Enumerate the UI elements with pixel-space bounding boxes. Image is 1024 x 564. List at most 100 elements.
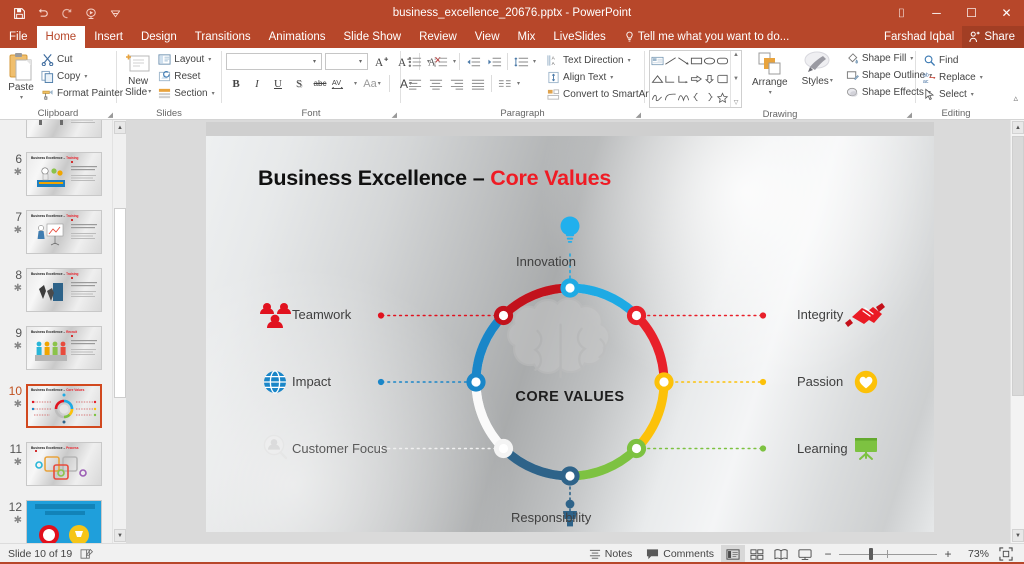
character-spacing-button[interactable]: AV ▾ bbox=[331, 74, 357, 93]
shape-line-icon[interactable] bbox=[664, 52, 677, 70]
chevron-down-icon[interactable]: ▾ bbox=[769, 88, 772, 99]
scrollbar-thumb[interactable] bbox=[114, 208, 126, 398]
tab-home[interactable]: Home bbox=[36, 26, 86, 48]
chevron-down-icon[interactable]: ▾ bbox=[212, 90, 215, 97]
tab-slide-show[interactable]: Slide Show bbox=[335, 26, 411, 48]
chevron-down-icon[interactable]: ▾ bbox=[308, 54, 321, 69]
paste-button[interactable]: Paste ▾ bbox=[4, 51, 38, 105]
new-slide-button[interactable]: New Slide ▾ bbox=[121, 51, 155, 99]
tab-review[interactable]: Review bbox=[410, 26, 466, 48]
start-from-beginning-icon[interactable] bbox=[80, 3, 102, 23]
paragraph-dialog-launcher[interactable]: ◢ bbox=[636, 111, 641, 119]
chevron-down-icon[interactable]: ▾ bbox=[830, 76, 833, 87]
normal-view-button[interactable] bbox=[721, 544, 745, 564]
shapes-gallery[interactable]: ▲ ▼ ▽ bbox=[649, 50, 742, 108]
reset-button[interactable]: Reset bbox=[155, 68, 217, 85]
zoom-control[interactable]: − + 73% bbox=[817, 547, 995, 561]
font-dialog-launcher[interactable]: ◢ bbox=[392, 111, 397, 119]
shape-arrow-icon[interactable] bbox=[677, 52, 690, 70]
slide-thumbnail[interactable]: Business Excellence – Process bbox=[26, 442, 102, 486]
slide-thumbnail[interactable]: Business Excellence – Training bbox=[26, 210, 102, 254]
value-label-impact[interactable]: Impact bbox=[292, 374, 331, 389]
chevron-down-icon[interactable]: ▾ bbox=[980, 74, 983, 81]
value-label-passion[interactable]: Passion bbox=[797, 374, 843, 389]
list-item[interactable]: 8 ✱ Business Excellence – Training bbox=[0, 266, 112, 324]
maximize-button[interactable]: ☐ bbox=[954, 0, 989, 26]
slide-thumbnail[interactable]: Business Excellence – Training bbox=[26, 152, 102, 196]
scroll-down-button[interactable]: ▼ bbox=[114, 529, 126, 542]
shape-textbox-icon[interactable] bbox=[651, 52, 664, 70]
underline-button[interactable]: U bbox=[268, 74, 288, 93]
tab-transitions[interactable]: Transitions bbox=[186, 26, 260, 48]
list-item[interactable]: 5✱ Business Excellence – Training bbox=[0, 120, 112, 150]
list-item[interactable]: 6 ✱ Business Excellence – Training bbox=[0, 150, 112, 208]
shape-star-icon[interactable] bbox=[716, 88, 729, 106]
scroll-up-button[interactable]: ▲ bbox=[1012, 121, 1024, 134]
shape-pentagon-icon[interactable] bbox=[716, 70, 729, 88]
minimize-button[interactable]: ─ bbox=[919, 0, 954, 26]
triangle-up-icon[interactable]: ▲ bbox=[733, 52, 739, 58]
shape-elbow-connector-icon[interactable] bbox=[664, 70, 677, 88]
thumbnail-pane-scrollbar[interactable]: ▲ ▼ bbox=[112, 120, 126, 543]
chevron-down-icon[interactable]: ▾ bbox=[354, 80, 357, 87]
slide-thumbnail[interactable]: Business Excellence – Training bbox=[26, 120, 102, 138]
triangle-down-icon[interactable]: ▼ bbox=[733, 76, 739, 82]
slide-thumbnail[interactable] bbox=[26, 500, 102, 543]
notes-page-icon[interactable] bbox=[80, 548, 94, 560]
zoom-level[interactable]: 73% bbox=[959, 548, 989, 560]
shape-oval-icon[interactable] bbox=[703, 52, 716, 70]
section-button[interactable]: Section ▾ bbox=[155, 85, 217, 102]
user-name[interactable]: Farshad Iqbal bbox=[884, 31, 962, 43]
slide-thumbnail[interactable]: Business Excellence – Recruit bbox=[26, 326, 102, 370]
tab-insert[interactable]: Insert bbox=[85, 26, 132, 48]
tab-animations[interactable]: Animations bbox=[260, 26, 335, 48]
share-button[interactable]: Share bbox=[962, 26, 1024, 48]
close-button[interactable]: ✕ bbox=[989, 0, 1024, 26]
format-painter-button[interactable]: Format Painter bbox=[38, 85, 126, 102]
chevron-down-icon[interactable]: ▾ bbox=[533, 58, 536, 65]
slide-thumbnail-pane[interactable]: 5✱ Business Excellence – Training bbox=[0, 120, 112, 543]
justify-button[interactable] bbox=[468, 74, 488, 93]
italic-button[interactable]: I bbox=[247, 74, 267, 93]
scroll-up-button[interactable]: ▲ bbox=[114, 121, 126, 134]
cut-button[interactable]: Cut bbox=[38, 51, 126, 68]
undo-icon[interactable] bbox=[32, 3, 54, 23]
shape-right-brace-icon[interactable] bbox=[703, 88, 716, 106]
chevron-down-icon[interactable]: ▾ bbox=[354, 54, 367, 69]
chevron-down-icon[interactable]: ▾ bbox=[517, 80, 520, 87]
decrease-indent-button[interactable] bbox=[463, 52, 483, 71]
shape-curve-icon[interactable] bbox=[664, 88, 677, 106]
select-button[interactable]: Select ▾ bbox=[920, 86, 986, 103]
convert-to-smartart-button[interactable]: Convert to SmartArt ▾ bbox=[544, 86, 661, 103]
align-text-button[interactable]: Align Text ▾ bbox=[544, 69, 661, 86]
chevron-down-icon[interactable]: ▾ bbox=[378, 80, 381, 87]
shape-scribble-icon[interactable] bbox=[651, 88, 664, 106]
chevron-down-icon[interactable]: ▾ bbox=[84, 73, 87, 80]
numbering-button[interactable]: 123 bbox=[431, 52, 451, 71]
tell-me-search[interactable]: Tell me what you want to do... bbox=[625, 26, 789, 48]
replace-button[interactable]: ab ac Replace ▾ bbox=[920, 69, 986, 86]
reading-view-button[interactable] bbox=[769, 545, 793, 564]
drawing-dialog-launcher[interactable]: ◢ bbox=[907, 111, 912, 119]
increase-font-size-button[interactable]: A bbox=[371, 52, 391, 71]
more-shapes-icon[interactable]: ▽ bbox=[734, 99, 739, 106]
tab-design[interactable]: Design bbox=[132, 26, 186, 48]
slide-editing-area[interactable]: Business Excellence – Core Values Innova… bbox=[126, 120, 1010, 543]
clipboard-dialog-launcher[interactable]: ◢ bbox=[108, 111, 113, 119]
bullets-button[interactable] bbox=[405, 52, 425, 71]
slide-thumbnail-selected[interactable]: Business Excellence – Core Values bbox=[26, 384, 102, 428]
font-name-input[interactable]: ▾ bbox=[226, 53, 322, 70]
chevron-down-icon[interactable]: ▾ bbox=[453, 58, 456, 65]
chevron-down-icon[interactable]: ▾ bbox=[610, 74, 613, 81]
slide-area-scrollbar[interactable]: ▲ ▼ bbox=[1010, 120, 1024, 543]
list-item[interactable]: 11 ✱ Business Excellence – Process bbox=[0, 440, 112, 498]
customize-quick-access-icon[interactable] bbox=[104, 3, 126, 23]
value-label-customer-focus[interactable]: Customer Focus bbox=[292, 441, 387, 456]
core-values-diagram[interactable] bbox=[206, 136, 934, 532]
chevron-up-icon[interactable]: ▵ bbox=[1013, 93, 1018, 104]
tab-liveslides[interactable]: LiveSlides bbox=[544, 26, 614, 48]
zoom-in-button[interactable]: + bbox=[943, 547, 953, 561]
tab-view[interactable]: View bbox=[466, 26, 509, 48]
arrange-button[interactable]: Arrange ▾ bbox=[748, 50, 792, 100]
font-size-input[interactable]: ▾ bbox=[325, 53, 368, 70]
